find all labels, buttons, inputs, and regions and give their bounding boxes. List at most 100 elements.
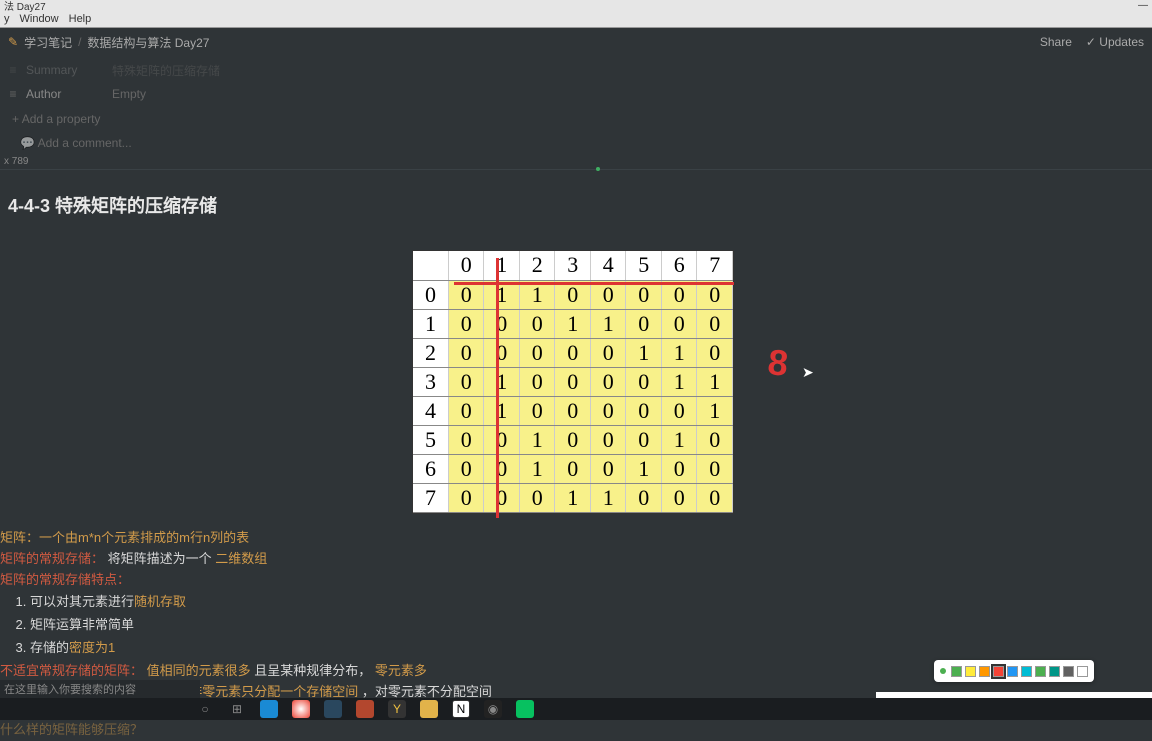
matrix-header — [413, 251, 448, 280]
annotation-digit: 8 — [766, 341, 790, 385]
matrix-image: 0123456700110000010001100020000011030100… — [412, 250, 734, 514]
matrix-cell: 0 — [484, 338, 520, 367]
matrix-cell: 0 — [697, 338, 733, 367]
matrix-cell: 0 — [661, 454, 697, 483]
notion-icon[interactable]: N — [452, 700, 470, 718]
pen-icon: ✎ — [8, 35, 18, 49]
matrix-cell: 0 — [555, 454, 591, 483]
matrix-header: 2 — [519, 251, 555, 280]
matrix-cell: 1 — [697, 367, 733, 396]
matrix-cell: 0 — [448, 309, 484, 338]
edge-icon[interactable] — [260, 700, 278, 718]
matrix-cell: 0 — [661, 396, 697, 425]
steam-icon[interactable] — [324, 700, 342, 718]
matrix-cell: 1 — [484, 396, 520, 425]
matrix-header: 0 — [448, 251, 484, 280]
menu-item[interactable]: Help — [69, 13, 92, 25]
matrix-cell: 0 — [484, 309, 520, 338]
matrix-cell: 1 — [661, 367, 697, 396]
matrix-cell: 0 — [484, 425, 520, 454]
color-swatch[interactable] — [1021, 666, 1032, 677]
prop-value[interactable]: 特殊矩阵的压缩存储 — [112, 62, 220, 79]
matrix-cell: 1 — [484, 367, 520, 396]
app-icon[interactable] — [356, 700, 374, 718]
resize-handle-icon[interactable] — [596, 167, 600, 171]
matrix-cell: 0 — [626, 483, 662, 512]
person-icon: ≡ — [6, 87, 20, 101]
color-swatch[interactable] — [1049, 666, 1060, 677]
taskview-icon[interactable]: ⊞ — [228, 700, 246, 718]
matrix-cell: 0 — [519, 338, 555, 367]
updates-button[interactable]: ✓ Updates — [1086, 35, 1144, 49]
chrome-icon[interactable] — [292, 700, 310, 718]
taskview-icon[interactable]: ○ — [196, 700, 214, 718]
matrix-cell: 0 — [448, 483, 484, 512]
matrix-cell: 1 — [590, 309, 626, 338]
matrix-cell: 0 — [448, 396, 484, 425]
matrix-cell: 4 — [413, 396, 448, 425]
matrix-cell: 1 — [555, 483, 591, 512]
minimize-icon[interactable]: — — [1138, 0, 1148, 11]
matrix-cell: 1 — [519, 425, 555, 454]
matrix-cell: 6 — [413, 454, 448, 483]
color-swatch[interactable] — [1035, 666, 1046, 677]
matrix-header: 1 — [484, 251, 520, 280]
wechat-icon[interactable] — [516, 700, 534, 718]
share-button[interactable]: Share — [1040, 35, 1072, 49]
matrix-cell: 1 — [413, 309, 448, 338]
search-input[interactable]: 在这里输入你要搜索的内容 — [0, 680, 200, 698]
prop-label: Author — [26, 87, 112, 101]
matrix-cell: 2 — [413, 338, 448, 367]
matrix-cell: 5 — [413, 425, 448, 454]
add-comment-field[interactable]: 💬 Add a comment... — [6, 130, 1152, 154]
color-swatch[interactable] — [951, 666, 962, 677]
explorer-icon[interactable] — [420, 700, 438, 718]
breadcrumb-bar: ✎ 学习笔记 / 数据结构与算法 Day27 Share ✓ Updates — [0, 28, 1152, 56]
annotation-line-vertical — [496, 258, 499, 518]
matrix-cell: 0 — [626, 309, 662, 338]
matrix-cell: 0 — [555, 338, 591, 367]
matrix-cell: 1 — [626, 454, 662, 483]
color-swatch[interactable] — [979, 666, 990, 677]
taskbar: ○ ⊞ Y N ◉ — [0, 698, 1152, 720]
divider — [0, 169, 1152, 170]
matrix-header: 6 — [661, 251, 697, 280]
color-swatch[interactable] — [965, 666, 976, 677]
matrix-cell: 0 — [626, 425, 662, 454]
color-palette — [934, 660, 1094, 682]
matrix-header: 3 — [555, 251, 591, 280]
matrix-cell: 0 — [519, 367, 555, 396]
matrix-cell: 1 — [590, 483, 626, 512]
matrix-cell: 1 — [661, 425, 697, 454]
color-swatch[interactable] — [1007, 666, 1018, 677]
color-swatch[interactable] — [1063, 666, 1074, 677]
obs-icon[interactable]: ◉ — [484, 700, 502, 718]
matrix-cell: 0 — [590, 367, 626, 396]
matrix-cell: 0 — [413, 280, 448, 309]
matrix-cell: 0 — [484, 454, 520, 483]
menu-item[interactable]: y — [4, 13, 10, 25]
breadcrumb-page[interactable]: 数据结构与算法 Day27 — [87, 34, 209, 51]
app-icon[interactable]: Y — [388, 700, 406, 718]
matrix-cell: 1 — [519, 454, 555, 483]
matrix-cell: 0 — [484, 483, 520, 512]
matrix-cell: 0 — [448, 338, 484, 367]
matrix-cell: 0 — [590, 396, 626, 425]
window-title: 法 Day27 — [4, 0, 46, 13]
color-swatch[interactable] — [993, 666, 1004, 677]
add-property-button[interactable]: + Add a property — [6, 106, 1152, 130]
matrix-cell: 7 — [413, 483, 448, 512]
matrix-cell: 0 — [555, 396, 591, 425]
matrix-header: 7 — [697, 251, 733, 280]
menu-item[interactable]: Window — [20, 13, 59, 25]
matrix-cell: 0 — [590, 425, 626, 454]
color-swatch[interactable] — [1077, 666, 1088, 677]
dimension-label: x 789 — [0, 154, 1152, 169]
section-heading: 4-4-3 特殊矩阵的压缩存储 — [8, 192, 1144, 218]
matrix-cell: 0 — [697, 309, 733, 338]
breadcrumb-sep: / — [78, 35, 81, 49]
prop-value[interactable]: Empty — [112, 87, 146, 101]
matrix-cell: 1 — [697, 396, 733, 425]
matrix-cell: 1 — [661, 338, 697, 367]
breadcrumb-root[interactable]: 学习笔记 — [24, 34, 72, 51]
